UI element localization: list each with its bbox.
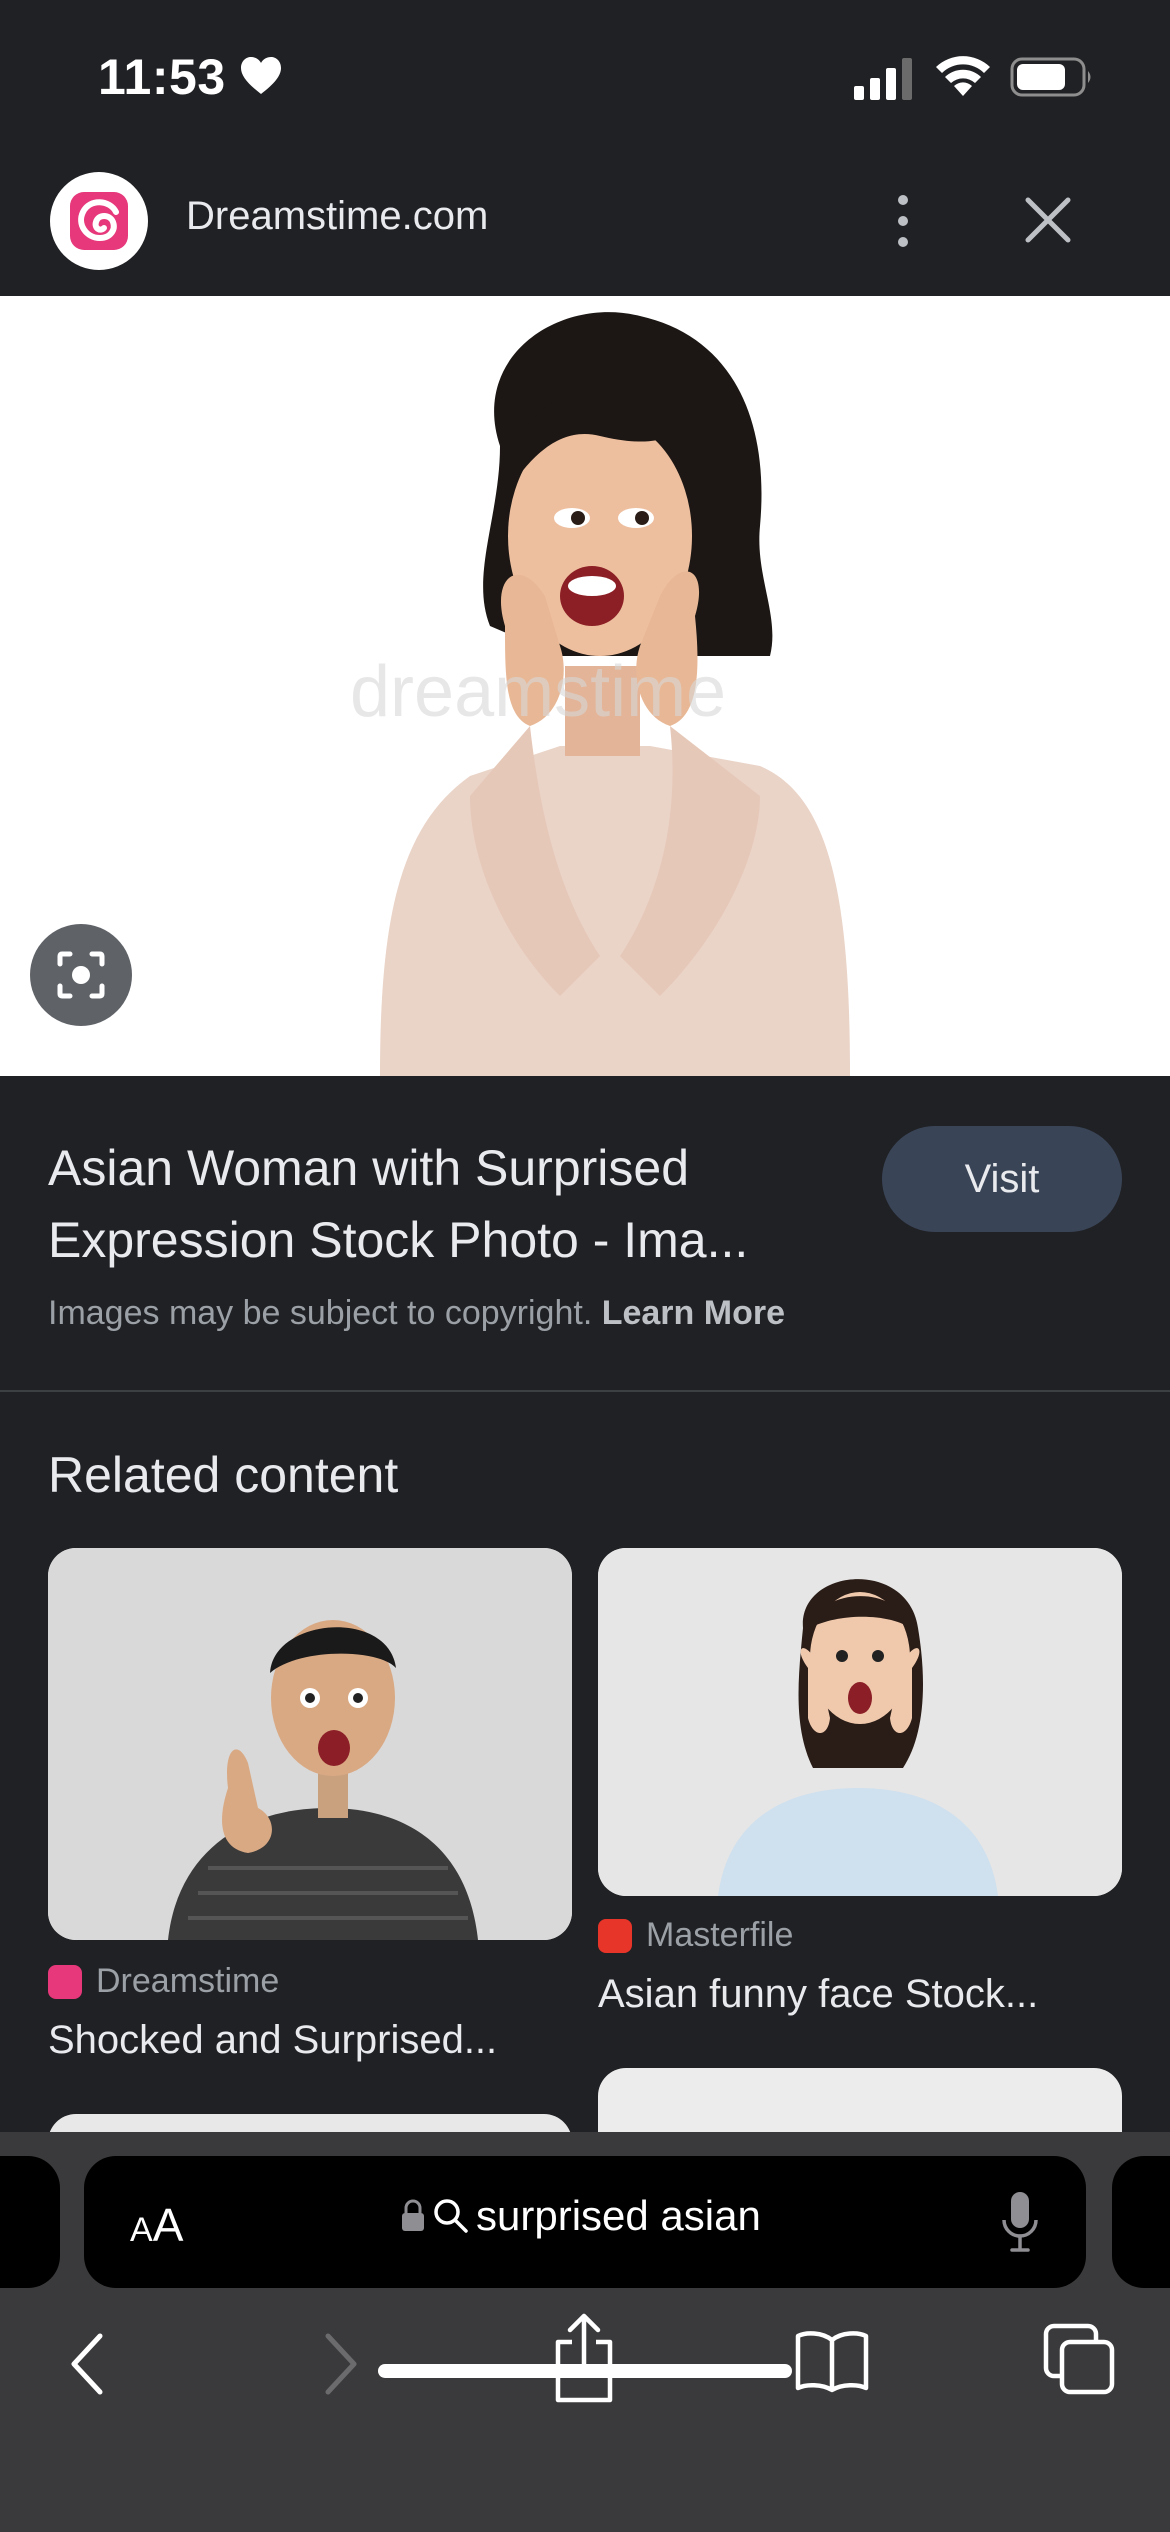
lens-icon xyxy=(57,951,105,999)
dreamstime-logo[interactable] xyxy=(50,172,148,270)
share-icon[interactable] xyxy=(552,2312,616,2404)
visit-button[interactable]: Visit xyxy=(882,1126,1122,1232)
browser-toolbar: AA surprised asian xyxy=(0,2132,1170,2532)
learn-more-link[interactable]: Learn More xyxy=(602,1294,785,1332)
svg-text:dreamstime: dreamstime xyxy=(350,652,726,732)
related-card-image[interactable] xyxy=(598,1548,1122,1896)
card-source[interactable]: Dreamstime xyxy=(48,1962,279,2001)
viewer-header: Dreamstime.com xyxy=(0,150,1170,296)
surprised-woman-photo-2 xyxy=(598,1548,1122,1896)
surprised-woman-photo: dreamstime xyxy=(350,312,850,1076)
heart-icon xyxy=(241,57,281,94)
card-title[interactable]: Shocked and Surprised... xyxy=(48,2018,497,2063)
card-source[interactable]: Masterfile xyxy=(598,1916,793,1955)
result-title[interactable]: Asian Woman with Surprised Expression St… xyxy=(48,1132,848,1276)
search-query: surprised asian xyxy=(476,2192,761,2239)
card-source-label: Dreamstime xyxy=(96,1962,280,2000)
battery-icon xyxy=(1010,57,1091,97)
lens-button[interactable] xyxy=(30,924,132,1026)
close-icon[interactable] xyxy=(1020,190,1076,250)
bookmarks-icon[interactable] xyxy=(794,2328,870,2394)
card-source-label: Masterfile xyxy=(646,1916,794,1954)
forward-icon[interactable] xyxy=(316,2328,366,2400)
url-field[interactable]: surprised asian xyxy=(400,2192,761,2240)
result-info: Asian Woman with Surprised Expression St… xyxy=(0,1076,1170,1390)
wifi-icon xyxy=(936,56,990,96)
status-time: 11:53 xyxy=(98,49,226,105)
next-tab-preview[interactable] xyxy=(1112,2156,1170,2288)
back-icon[interactable] xyxy=(62,2328,112,2400)
lock-icon xyxy=(402,2199,424,2231)
status-bar: 11:53 xyxy=(0,0,1170,150)
aa-small: A xyxy=(130,2211,153,2249)
masterfile-source-icon xyxy=(598,1918,632,1953)
main-result-image[interactable]: dreamstime xyxy=(0,296,1170,1076)
previous-tab-preview[interactable] xyxy=(0,2156,60,2288)
tabs-icon[interactable] xyxy=(1042,2322,1116,2396)
shocked-man-photo xyxy=(48,1548,572,1940)
dreamstime-source-icon xyxy=(48,1964,82,1999)
related-heading: Related content xyxy=(48,1447,399,1503)
divider xyxy=(0,1390,1170,1392)
dreamstime-logo-graphic xyxy=(70,192,128,250)
home-indicator xyxy=(378,2364,792,2378)
more-vertical-icon[interactable] xyxy=(880,186,926,256)
address-bar[interactable]: AA surprised asian xyxy=(84,2156,1086,2288)
text-size-button[interactable]: AA xyxy=(130,2198,183,2252)
search-icon xyxy=(434,2199,468,2233)
card-title[interactable]: Asian funny face Stock... xyxy=(598,1972,1038,2017)
related-card-image[interactable] xyxy=(48,1548,572,1940)
screen: 11:53 Dreamstime.com dreamstime Asian Wo… xyxy=(0,0,1170,2532)
microphone-icon[interactable] xyxy=(1000,2190,1040,2254)
site-name[interactable]: Dreamstime.com xyxy=(186,194,488,239)
copyright-notice: Images may be subject to copyright. Lear… xyxy=(48,1294,785,1333)
cellular-signal-icon xyxy=(854,58,912,100)
aa-big: A xyxy=(152,2199,184,2251)
copyright-text: Images may be subject to copyright. xyxy=(48,1294,593,1332)
